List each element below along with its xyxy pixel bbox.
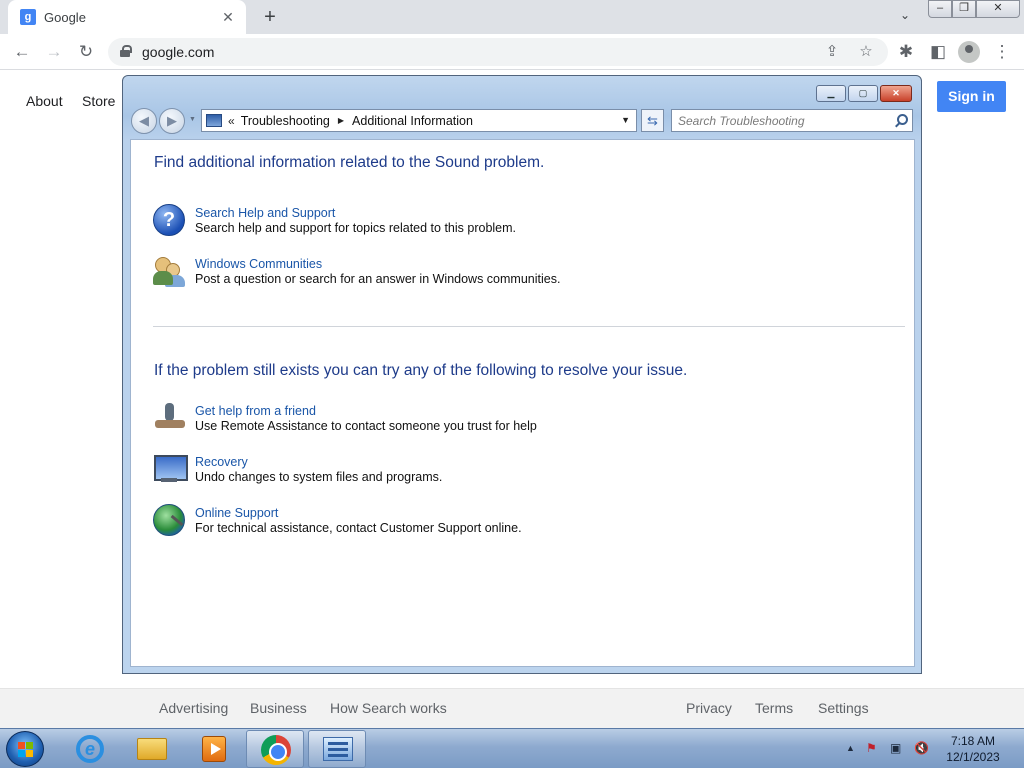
footer-settings-link[interactable]: Settings — [818, 700, 869, 716]
control-panel-icon — [206, 114, 222, 127]
browser-restore-button[interactable]: ❐ — [952, 0, 976, 18]
volume-muted-icon[interactable]: 🔇 — [914, 741, 929, 755]
share-icon[interactable]: ⇪ — [822, 42, 842, 62]
item-title[interactable]: Online Support — [195, 506, 278, 520]
heading-resolve-issue: If the problem still exists you can try … — [154, 362, 688, 379]
folder-icon — [137, 738, 167, 760]
dialog-close-button[interactable]: ✕ — [880, 85, 912, 102]
taskbar-windows-explorer[interactable] — [122, 730, 180, 768]
footer-privacy-link[interactable]: Privacy — [686, 700, 732, 716]
remote-assistance-icon — [153, 402, 185, 434]
item-desc: Search help and support for topics relat… — [195, 221, 517, 235]
windows-logo-icon — [18, 742, 34, 758]
taskbar-media-player[interactable] — [184, 730, 242, 768]
url-text[interactable]: google.com — [142, 44, 214, 60]
about-link[interactable]: About — [26, 93, 63, 109]
item-desc: Undo changes to system files and program… — [195, 470, 443, 484]
chrome-icon — [261, 735, 291, 765]
address-breadcrumb[interactable]: « Troubleshooting ▶ Additional Informati… — [201, 109, 637, 132]
item-desc: Post a question or search for an answer … — [195, 272, 561, 286]
item-title[interactable]: Get help from a friend — [195, 404, 316, 418]
back-arrow-icon[interactable]: ← — [10, 40, 34, 64]
taskbar-control-panel[interactable] — [308, 730, 366, 768]
control-panel-icon — [323, 737, 353, 761]
item-get-help-from-friend[interactable]: Get help from a friend Use Remote Assist… — [153, 402, 873, 438]
back-button[interactable]: ◀ — [131, 108, 157, 134]
footer-business-link[interactable]: Business — [250, 700, 307, 716]
item-title[interactable]: Search Help and Support — [195, 206, 335, 220]
store-link[interactable]: Store — [82, 93, 115, 109]
bookmark-star-icon[interactable]: ☆ — [856, 42, 876, 62]
breadcrumb-troubleshooting[interactable]: Troubleshooting — [241, 114, 330, 128]
taskbar-internet-explorer[interactable]: e — [60, 730, 118, 768]
item-title[interactable]: Windows Communities — [195, 257, 322, 271]
search-icon[interactable] — [893, 113, 909, 129]
profile-avatar-icon[interactable] — [958, 41, 980, 63]
recent-pages-chevron-icon[interactable]: ▼ — [189, 116, 196, 123]
item-online-support[interactable]: Online Support For technical assistance,… — [153, 504, 873, 540]
start-button[interactable] — [6, 731, 44, 767]
item-windows-communities[interactable]: Windows Communities Post a question or s… — [153, 255, 873, 291]
breadcrumb-additional-information[interactable]: Additional Information — [352, 114, 473, 128]
media-player-icon — [202, 736, 226, 762]
heading-additional-info: Find additional information related to t… — [154, 154, 545, 171]
network-icon[interactable]: ▣ — [890, 741, 901, 755]
people-icon — [153, 255, 185, 287]
extensions-puzzle-icon[interactable]: ✱ — [894, 40, 918, 64]
menu-kebab-icon[interactable]: ⋮ — [990, 40, 1014, 64]
show-hidden-icons-icon[interactable]: ▲ — [846, 743, 855, 753]
windows-taskbar: e ▲ ⚑ ▣ 🔇 7:18 AM 12/1/2023 — [0, 728, 1024, 768]
browser-close-button[interactable]: ✕ — [976, 0, 1020, 18]
internet-explorer-icon: e — [76, 735, 104, 763]
reload-icon[interactable]: ↻ — [74, 40, 98, 64]
browser-tab-google[interactable]: g Google ✕ — [8, 0, 246, 34]
sign-in-button[interactable]: Sign in — [937, 81, 1006, 112]
section-divider — [153, 326, 905, 327]
search-placeholder: Search Troubleshooting — [678, 114, 805, 128]
item-recovery[interactable]: Recovery Undo changes to system files an… — [153, 453, 873, 489]
footer-how-search-works-link[interactable]: How Search works — [330, 700, 447, 716]
address-bar[interactable]: google.com ⇪ ☆ — [108, 38, 888, 66]
google-favicon-icon: g — [20, 9, 36, 25]
breadcrumb-overflow[interactable]: « — [228, 114, 235, 128]
browser-toolbar: ← → ↻ google.com ⇪ ☆ ✱ ◧ ⋮ — [0, 34, 1024, 70]
forward-button[interactable]: ▶ — [159, 108, 185, 134]
clock-time: 7:18 AM — [950, 734, 996, 748]
item-title[interactable]: Recovery — [195, 455, 248, 469]
footer-advertising-link[interactable]: Advertising — [159, 700, 228, 716]
taskbar-clock[interactable]: 7:18 AM 12/1/2023 — [938, 733, 1008, 765]
dialog-maximize-button[interactable]: ▢ — [848, 85, 878, 102]
dialog-minimize-button[interactable]: ▁ — [816, 85, 846, 102]
footer-terms-link[interactable]: Terms — [755, 700, 793, 716]
tab-close-icon[interactable]: ✕ — [220, 9, 236, 26]
browser-tab-strip: g Google ✕ + ⌄ – ❐ ✕ — [0, 0, 1024, 34]
search-troubleshooting-input[interactable]: Search Troubleshooting — [671, 109, 913, 132]
refresh-icon[interactable]: ⇆ — [641, 109, 664, 132]
dialog-content: Find additional information related to t… — [130, 139, 915, 667]
tab-title: Google — [44, 9, 86, 25]
tab-search-chevron-icon[interactable]: ⌄ — [896, 8, 914, 26]
browser-minimize-button[interactable]: – — [928, 0, 952, 18]
recovery-icon — [153, 453, 188, 485]
breadcrumb-separator-icon[interactable]: ▶ — [338, 116, 344, 125]
action-center-flag-icon[interactable]: ⚑ — [866, 741, 877, 755]
clock-date: 12/1/2023 — [946, 750, 1000, 764]
item-desc: Use Remote Assistance to contact someone… — [195, 419, 537, 433]
item-desc: For technical assistance, contact Custom… — [195, 521, 522, 535]
troubleshooting-window: ▁ ▢ ✕ ◀ ▶ ▼ « Troubleshooting ▶ Addition… — [122, 75, 922, 674]
new-tab-button[interactable]: + — [258, 6, 282, 28]
item-search-help[interactable]: ? Search Help and Support Search help an… — [153, 204, 873, 240]
forward-arrow-icon[interactable]: → — [42, 40, 66, 64]
lock-icon[interactable] — [120, 45, 132, 57]
globe-icon — [153, 504, 185, 536]
side-panel-icon[interactable]: ◧ — [926, 40, 950, 64]
address-dropdown-icon[interactable]: ▼ — [621, 115, 630, 125]
taskbar-chrome[interactable] — [246, 730, 304, 768]
google-footer: Advertising Business How Search works Pr… — [0, 688, 1024, 728]
help-question-icon: ? — [153, 204, 185, 236]
